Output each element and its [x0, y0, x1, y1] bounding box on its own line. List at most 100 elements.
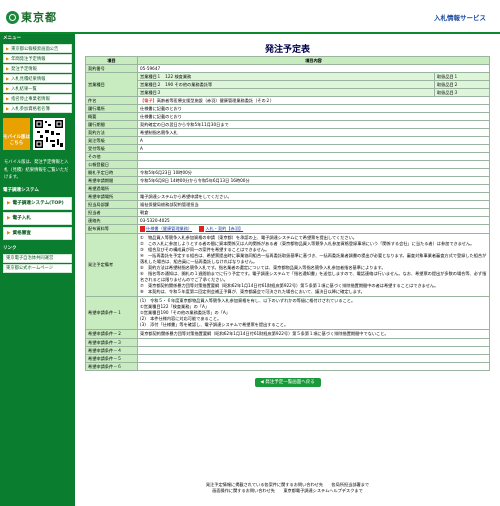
main-content: 発注予定表 項目 項目内容 契約番号 05-59647 営業種目 営業種目１ 1…: [85, 34, 491, 387]
row-label: 開札予定日時: [85, 168, 138, 177]
pdf-icon: [199, 226, 205, 232]
header: 東京都 入札情報サービス: [0, 0, 500, 34]
bullet-icon: ▶: [6, 76, 10, 81]
header-item: 項目: [85, 56, 138, 65]
sidebar: メニュー ▶ 東京都公報検索画面公告 ▶ 年間発注予定情報 ▶ 発注予定情報 ▶ 入札見…: [0, 34, 75, 506]
condition-1: (1) 令和５・６年度東京都物品買入等競争入札参加資格を有し、以下のいずれかの等…: [137, 296, 490, 330]
system-heading: 電子調達システム: [3, 187, 39, 193]
condition-2: 東京都契約関係暴力団等対策措置要綱（昭和62年1月14日付61財経庶第922号）…: [137, 329, 490, 339]
row-label: 担当局部課: [85, 200, 138, 209]
row-label: 営業種目: [85, 72, 138, 97]
tokyo-emblem-icon: [6, 10, 19, 24]
contract-number: 05-59647: [137, 64, 490, 73]
row-label: 発注予定備考: [85, 233, 138, 297]
bid-info-service-link[interactable]: 入札情報サービス: [434, 12, 486, 22]
accept-grade: A: [137, 144, 490, 153]
links-heading: リンク: [3, 245, 17, 251]
row-label: 希望申請条件－２: [85, 329, 138, 339]
link-joint-operation[interactable]: 東京電子自治体共同運営: [3, 253, 72, 263]
row-label: 希望申請条件－４: [85, 346, 138, 355]
electronic-tag: 【電子】: [140, 98, 157, 103]
bullet-icon: ▶: [6, 66, 10, 71]
place: 仕様書に記載のとおり: [137, 104, 490, 113]
application-period: 令和5年6月8日 14時00分から令和5年6月13日 16時00分: [137, 176, 490, 185]
sidebar-item-bid-results[interactable]: ▶ 入札見積結果情報: [3, 74, 72, 83]
e-bidding-button[interactable]: ▶ 電子入札: [3, 211, 72, 225]
row-label: 履行期間: [85, 120, 138, 129]
sidebar-item-qualified-list[interactable]: ▶ 入札参加資格者名簿: [3, 104, 72, 113]
row-label: 希望申請条件－１: [85, 296, 138, 330]
bullet-icon: ▶: [7, 230, 11, 236]
business-type-2: 営業種目２ 190 その他の業務委託等: [137, 80, 435, 89]
remarks: ① 物品買入等競争入札参加資格の申請（東京都）を承認の上、電子調達システムにて希…: [137, 233, 490, 297]
header-content: 項目内容: [137, 56, 490, 65]
row-label: 希望申請条件－５: [85, 354, 138, 363]
row-label: 履行場所: [85, 104, 138, 113]
summary: 仕様書に記載のとおり: [137, 112, 490, 121]
subject: 【電子】高齢者等医療支援型施設（赤羽）健康管理業務委託（その２）: [137, 96, 490, 105]
department: 福祉保健局総務部契約管理担当: [137, 200, 490, 209]
footer: 発注予定情報に掲載されている各案件に関するお問い合わせ先 各局所担当部署まで 画…: [85, 482, 490, 494]
documents: 仕様書（健康管理業務） 入札・契約【赤羽】: [137, 224, 490, 234]
condition-line: (3) 添付「仕様書」等を確認し、電子調達システムで希望票を提出すること。: [140, 322, 289, 327]
row-label: 契約方法: [85, 128, 138, 137]
remark-line: ⑧ 本契約は、令和５年度第二回定例会補正予算が、東京都議会で可決された場合におい…: [140, 289, 365, 294]
bullet-icon: ▶: [7, 200, 11, 206]
handled-item-2: 取扱品目２: [433, 80, 491, 89]
tokyo-logo[interactable]: 東京都: [6, 9, 57, 25]
condition-6: [137, 362, 490, 371]
row-label: 担当者: [85, 208, 138, 217]
row-label: 希望申請期間: [85, 176, 138, 185]
mobile-note: モバイル版は、発注予定情報と入札（見積）結果情報をご覧いただけます。: [4, 160, 69, 180]
row-label: 連絡先: [85, 216, 138, 225]
bullet-icon: ▶: [6, 56, 10, 61]
contract-method: 希望制指名競争入札: [137, 128, 490, 137]
business-type-3: 営業種目３: [137, 88, 435, 97]
row-label: 概要: [85, 112, 138, 121]
handled-item-3: 取扱品目３: [433, 88, 491, 97]
row-label: 希望申請条件－６: [85, 362, 138, 371]
bullet-icon: ▶: [6, 106, 10, 111]
bullet-icon: ▶: [6, 86, 10, 91]
remark-line: ⑥ 指名等の通知は、開札の１週間前までに行う予定です。電子調達システムで「指名通…: [140, 271, 487, 282]
opening-date: 令和5年6月23日 10時00分: [137, 168, 490, 177]
page-title: 発注予定表: [264, 45, 310, 55]
e-procurement-top-button[interactable]: ▶ 電子調達システム(TOP): [3, 196, 72, 210]
application-place: 電子調達システムから希望申請をしてください。: [137, 192, 490, 201]
phone: 03-5320-4025: [137, 216, 490, 225]
logo-text: 東京都: [21, 11, 57, 24]
row-label: 希望申請場所: [85, 192, 138, 201]
handled-item-1: 取扱品目１: [433, 72, 491, 81]
footer-line-2: 画面操作に関するお問い合わせ先 東京都電子調達システムヘルプデスクまで: [212, 488, 363, 493]
row-label: 公報登載日: [85, 160, 138, 169]
menu-heading: メニュー: [3, 36, 21, 41]
condition-4: [137, 346, 490, 355]
mobile-badge[interactable]: モバイル版はこちら: [3, 118, 30, 150]
gazette-date: [137, 160, 490, 169]
sidebar-item-order-plan[interactable]: ▶ 発注予定情報: [3, 64, 72, 73]
application-venue: [137, 184, 490, 193]
order-grade: A: [137, 136, 490, 145]
row-label: 契約番号: [85, 64, 138, 73]
contact-person: 朝倉: [137, 208, 490, 217]
row-label: 受付等級: [85, 144, 138, 153]
sidebar-item-gazette[interactable]: ▶ 東京都公報検索画面公告: [3, 44, 72, 53]
qr-code-icon: [33, 118, 65, 150]
doc-link-spec[interactable]: 仕様書（健康管理業務）: [146, 226, 192, 231]
link-tokyo-official[interactable]: 東京都公式ホームページ: [3, 263, 72, 273]
sidebar-item-bid-list[interactable]: ▶ 入札結果一覧: [3, 84, 72, 93]
row-label: 希望申請条件－３: [85, 338, 138, 347]
mobile-banner[interactable]: モバイル版はこちら: [3, 118, 72, 156]
back-to-list-button[interactable]: ◀ 発注予定一覧画面へ戻る: [254, 378, 321, 387]
doc-link-contract[interactable]: 入札・契約【赤羽】: [205, 226, 243, 231]
order-plan-table: 項目 項目内容 契約番号 05-59647 営業種目 営業種目１ 122 検査業…: [85, 56, 491, 371]
qualification-button[interactable]: ▶ 資格審査: [3, 226, 72, 240]
period: 契約確定の日の翌日から令和5年11月30日まで: [137, 120, 490, 129]
condition-3: [137, 338, 490, 347]
remark-line: ④ 一括再委託を予定する組合は、希望票提出時に事業協同組合一括再委託取扱基準に基…: [140, 253, 487, 264]
sidebar-item-suspension[interactable]: ▶ 指名停止事業者情報: [3, 94, 72, 103]
business-type-1: 営業種目１ 122 検査業務: [137, 72, 435, 81]
sidebar-item-annual-plan[interactable]: ▶ 年間発注予定情報: [3, 54, 72, 63]
row-label: 配布資料等: [85, 224, 138, 234]
row-label: 件名: [85, 96, 138, 105]
